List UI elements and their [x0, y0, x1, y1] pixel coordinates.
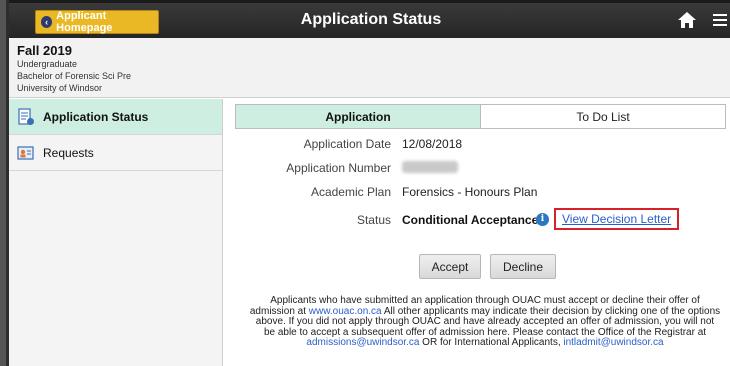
intladmit-email-link[interactable]: intladmit@uwindsor.ca [563, 337, 663, 348]
status-label: Status [356, 213, 391, 227]
academic-plan-value: Forensics - Honours Plan [402, 185, 538, 199]
applicant-info-panel: Fall 2019 Undergraduate Bachelor of Fore… [9, 38, 730, 98]
term-label: Fall 2019 [17, 43, 72, 58]
accept-button[interactable]: Accept [419, 254, 481, 279]
application-date-label: Application Date [303, 137, 391, 151]
institution-label: University of Windsor [17, 83, 103, 93]
home-icon[interactable] [677, 10, 697, 30]
admissions-email-link[interactable]: admissions@uwindsor.ca [306, 337, 419, 348]
application-number-label: Application Number [286, 161, 391, 175]
sidebar-item-application-status[interactable]: Application Status [9, 99, 222, 135]
tab-application[interactable]: Application [236, 105, 481, 128]
tab-to-do-list[interactable]: To Do List [481, 105, 725, 128]
top-bar: ‹ Applicant Homepage Application Status [9, 0, 730, 38]
notice-text: OR for International Applicants, [419, 337, 564, 348]
tab-bar: Application To Do List [235, 104, 726, 129]
status-value: Conditional Acceptance [402, 213, 539, 227]
decline-button[interactable]: Decline [490, 254, 556, 279]
document-status-icon [18, 107, 34, 125]
requests-icon [17, 145, 34, 160]
ouac-link[interactable]: www.ouac.on.ca [309, 306, 382, 317]
application-number-redacted [402, 161, 458, 173]
view-decision-letter-link[interactable]: View Decision Letter [554, 208, 680, 230]
sidebar-item-label: Application Status [43, 109, 149, 124]
program-label: Bachelor of Forensic Sci Pre [17, 71, 132, 81]
application-date-value: 12/08/2018 [402, 137, 463, 151]
sidebar-item-label: Requests [43, 145, 94, 160]
info-icon[interactable]: i [536, 213, 549, 226]
career-label: Undergraduate [17, 59, 78, 69]
academic-plan-label: Academic Plan [310, 185, 391, 199]
hamburger-menu-icon[interactable] [713, 12, 727, 28]
page-title: Application Status [300, 11, 442, 28]
top-icons [677, 10, 727, 30]
ouac-notice: Applicants who have submitted an applica… [249, 295, 721, 349]
app-frame: ‹ Applicant Homepage Application Status … [6, 0, 730, 366]
